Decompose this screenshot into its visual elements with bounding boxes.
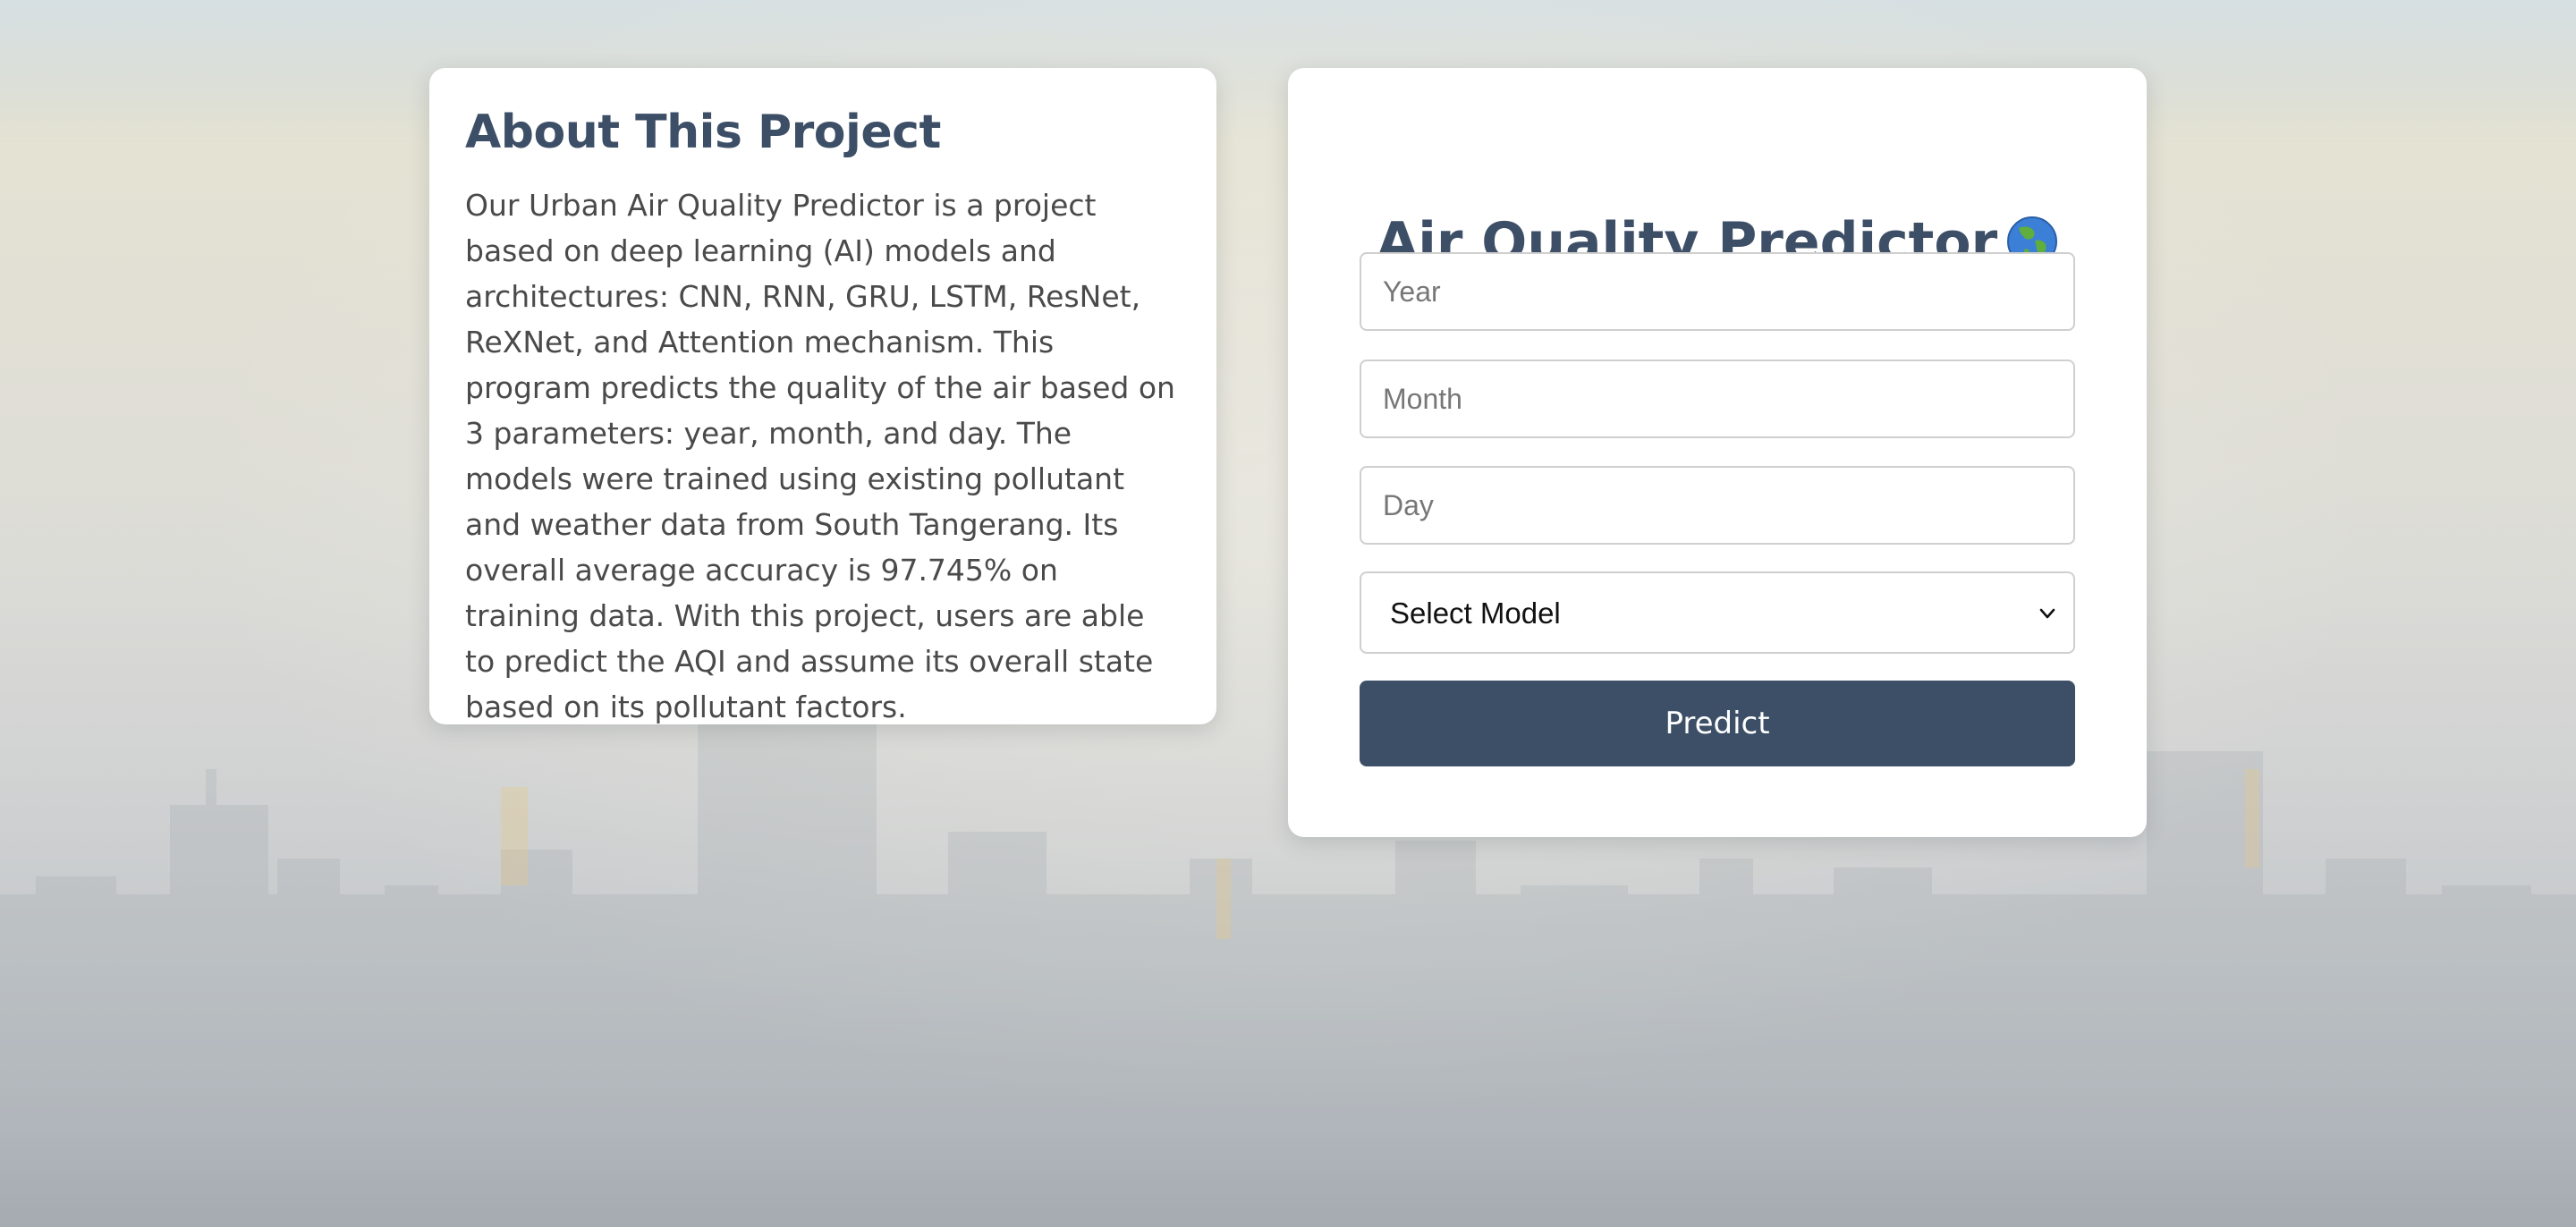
predict-button[interactable]: Predict [1360,681,2075,766]
about-title: About This Project [465,106,941,159]
about-card: About This Project Our Urban Air Quality… [429,68,1216,724]
day-input[interactable] [1360,466,2075,545]
predictor-form-card: Air Quality Predictor Select Model Predi… [1288,68,2147,837]
month-input[interactable] [1360,360,2075,438]
model-select-value: Select Model [1390,597,1561,630]
model-select[interactable]: Select Model [1360,571,2075,654]
year-input[interactable] [1360,252,2075,331]
chevron-down-icon [2039,608,2055,619]
about-description: Our Urban Air Quality Predictor is a pro… [465,188,1175,724]
